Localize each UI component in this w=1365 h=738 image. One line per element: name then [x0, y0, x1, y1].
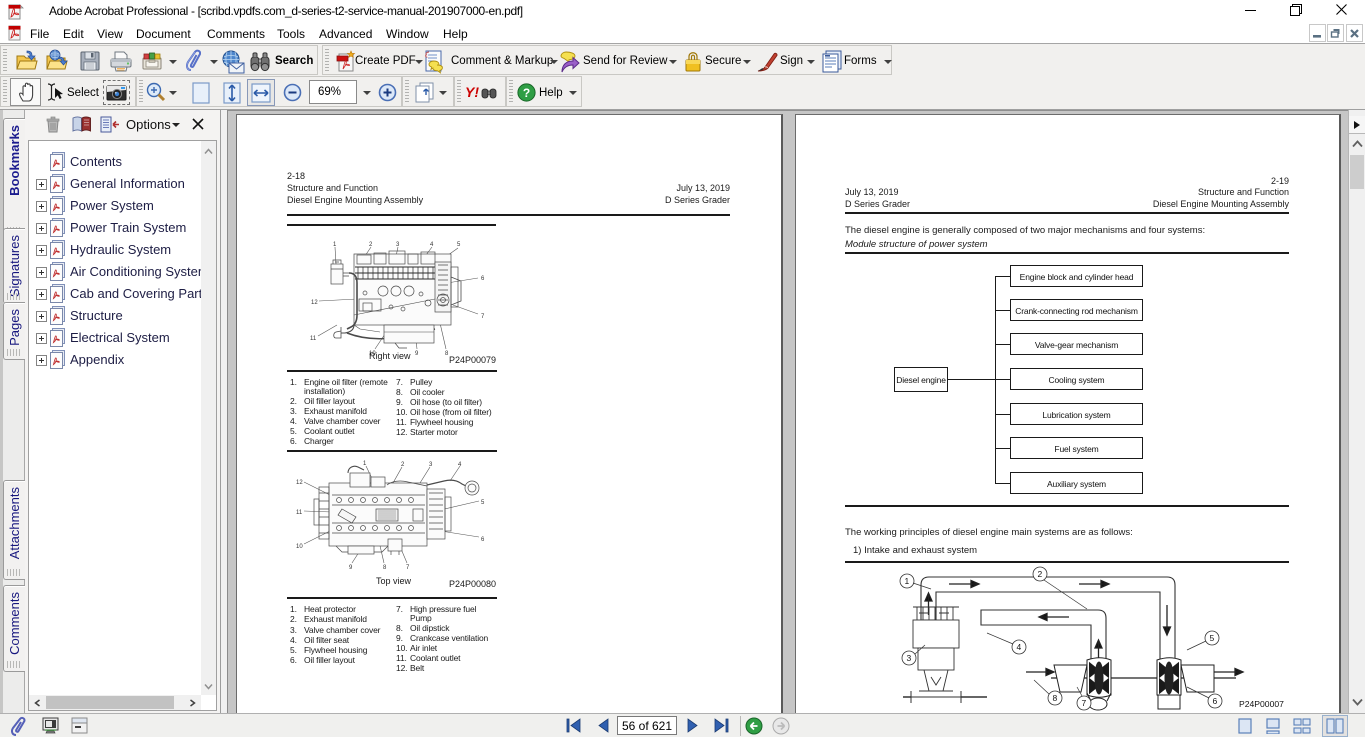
svg-text:12: 12	[296, 480, 303, 486]
svg-text:9: 9	[349, 565, 353, 571]
svg-text:P24P00007: P24P00007	[1239, 699, 1284, 709]
svg-text:10: 10	[296, 544, 303, 550]
svg-text:11: 11	[310, 336, 317, 342]
svg-text:?: ?	[523, 86, 530, 100]
svg-text:8: 8	[383, 565, 387, 571]
svg-text:9: 9	[415, 351, 419, 357]
svg-text:6: 6	[481, 276, 485, 282]
svg-text:2: 2	[1038, 569, 1043, 579]
svg-text:11: 11	[296, 510, 303, 516]
svg-text:1: 1	[363, 461, 367, 467]
svg-text:7: 7	[406, 565, 410, 571]
svg-text:5: 5	[457, 242, 461, 248]
svg-text:7: 7	[481, 314, 485, 320]
svg-text:7: 7	[1082, 698, 1087, 708]
svg-text:4: 4	[458, 462, 462, 468]
svg-text:12: 12	[311, 300, 318, 306]
svg-text:8: 8	[1053, 693, 1058, 703]
svg-text:6: 6	[481, 537, 485, 543]
svg-text:6: 6	[1213, 696, 1218, 706]
svg-text:1: 1	[905, 576, 910, 586]
svg-text:4: 4	[1017, 642, 1022, 652]
svg-text:5: 5	[1210, 633, 1215, 643]
svg-text:3: 3	[907, 653, 912, 663]
svg-text:5: 5	[481, 500, 485, 506]
